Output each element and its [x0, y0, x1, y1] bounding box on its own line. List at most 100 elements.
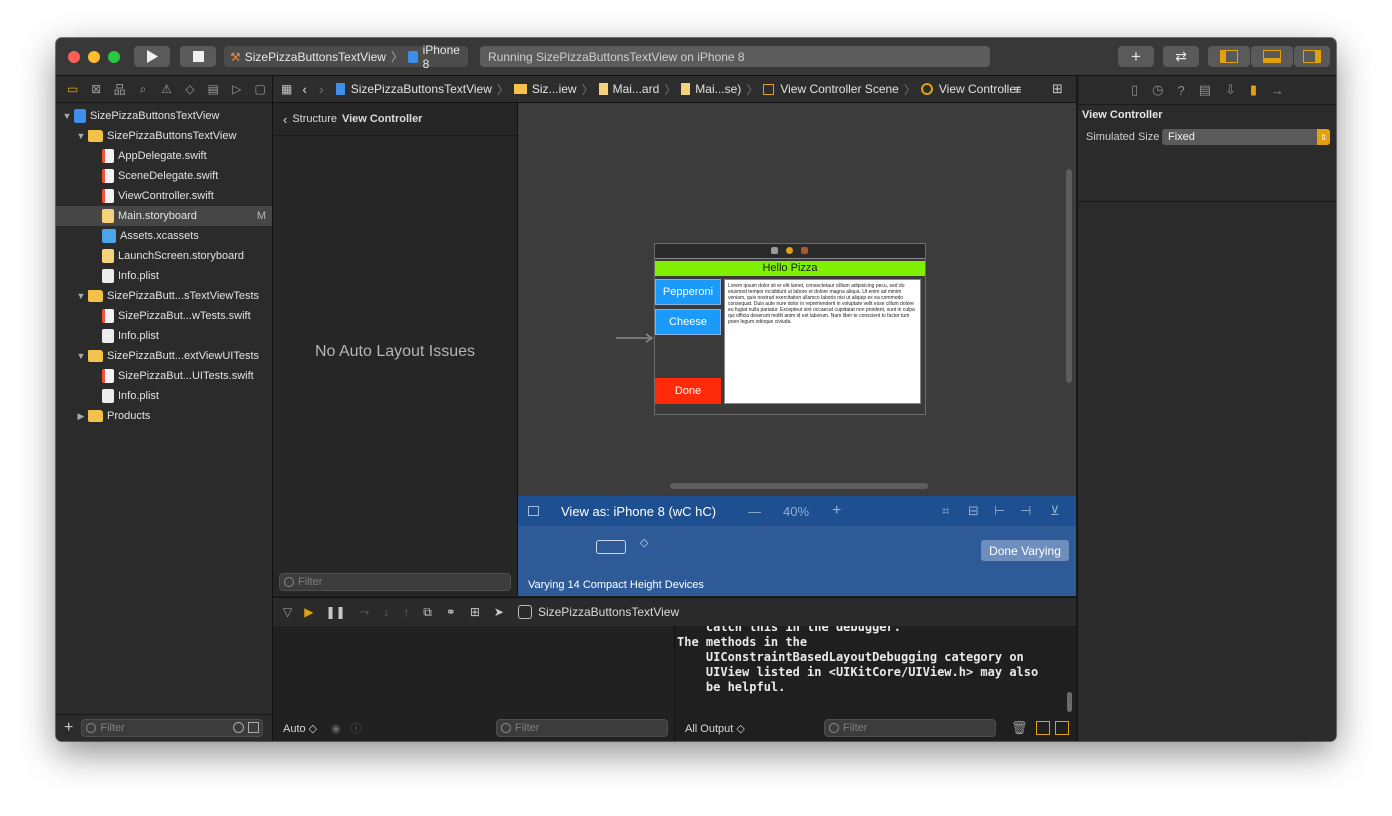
scope-selector[interactable]: Auto ◇ — [283, 722, 317, 735]
file-tree-item[interactable]: SceneDelegate.swift — [56, 166, 272, 186]
disclosure-expanded-icon[interactable]: ▼ — [76, 131, 86, 141]
file-tree-item[interactable]: AppDelegate.swift — [56, 146, 272, 166]
code-review-button[interactable]: ⇄ — [1163, 46, 1199, 67]
resolve-issues-icon[interactable]: ⊣ — [1020, 503, 1031, 519]
step-into-icon[interactable]: ↓ — [383, 605, 389, 619]
vertical-scrollbar[interactable] — [1066, 169, 1072, 383]
add-editor-icon[interactable]: ⊞ — [1052, 81, 1063, 97]
outline-back-label[interactable]: Structure — [292, 113, 337, 125]
sidebar-toggle-icon[interactable] — [528, 506, 539, 516]
zoom-out-button[interactable]: — — [748, 504, 761, 519]
text-view[interactable]: Lorem ipsum dolor sit er elit lamet, con… — [724, 279, 921, 404]
library-button[interactable]: + — [1118, 46, 1154, 67]
orientation-stepper-icon[interactable]: ◇ — [640, 536, 648, 549]
zoom-level[interactable]: 40% — [783, 504, 809, 519]
find-icon[interactable]: ⌕ — [131, 82, 154, 97]
connections-inspector-icon[interactable]: → — [1271, 83, 1284, 98]
console-scrollbar[interactable] — [1067, 692, 1072, 712]
back-icon[interactable]: ‹ — [302, 81, 307, 97]
outline-filter[interactable]: Filter — [279, 573, 511, 591]
device-name[interactable]: iPhone 8 — [423, 43, 468, 71]
view-controller-icon[interactable] — [771, 247, 778, 254]
cheese-button[interactable]: Cheese — [655, 309, 721, 335]
file-tree-item[interactable]: ▼ SizePizzaButt...extViewUITests — [56, 346, 272, 366]
breakpoint-icon[interactable]: ▷ — [225, 82, 248, 96]
environment-overrides-icon[interactable]: ⊞ — [470, 605, 480, 619]
pepperoni-button[interactable]: Pepperoni — [655, 279, 721, 305]
breadcrumb-project[interactable]: SizePizzaButtonsTextView — [351, 82, 492, 96]
back-chevron-icon[interactable]: ‹ — [283, 112, 287, 127]
source-control-icon[interactable]: ⊠ — [84, 82, 107, 96]
add-constraints-icon[interactable]: ⊢ — [994, 503, 1005, 519]
help-inspector-icon[interactable]: ? — [1177, 83, 1184, 98]
view-as-label[interactable]: View as: iPhone 8 (wC hC) — [561, 504, 716, 519]
horizontal-scrollbar[interactable] — [670, 483, 928, 489]
debug-target-name[interactable]: SizePizzaButtonsTextView — [538, 605, 679, 619]
file-inspector-icon[interactable]: ▯ — [1131, 82, 1138, 98]
view-debugger-icon[interactable]: ⧉ — [423, 605, 432, 620]
stop-button[interactable] — [180, 46, 216, 67]
view-controller-scene[interactable]: Hello Pizza Pepperoni Cheese Done Lorem … — [654, 243, 926, 415]
breadcrumb-storyboard[interactable]: Mai...ard — [613, 82, 660, 96]
issue-icon[interactable]: ⚠ — [155, 82, 178, 96]
test-icon[interactable]: ◇ — [178, 82, 201, 96]
toggle-inspector-button[interactable] — [1294, 46, 1330, 67]
pause-icon[interactable]: ❚❚ — [325, 605, 345, 619]
done-button[interactable]: Done — [655, 378, 721, 404]
console-filter[interactable]: Filter — [824, 719, 996, 737]
step-out-icon[interactable]: ↑ — [403, 605, 409, 619]
quick-look-icon[interactable]: ◉ — [331, 722, 341, 735]
storyboard-canvas[interactable]: Hello Pizza Pepperoni Cheese Done Lorem … — [518, 103, 1076, 496]
console-output[interactable]: catch this in the debugger. The methods … — [675, 626, 1076, 741]
simulated-size-dropdown[interactable]: Fixed ⇕ — [1162, 129, 1330, 145]
toggle-navigator-button[interactable] — [1208, 46, 1250, 67]
history-inspector-icon[interactable]: ◷ — [1152, 82, 1163, 98]
report-icon[interactable]: ▢ — [249, 82, 272, 96]
breadcrumb-view-controller[interactable]: View Controller — [939, 82, 1020, 96]
memory-graph-icon[interactable]: ⚭ — [446, 605, 456, 619]
file-tree-item[interactable]: Assets.xcassets — [56, 226, 272, 246]
forward-icon[interactable]: › — [319, 81, 324, 97]
toggle-debug-area-button[interactable] — [1251, 46, 1293, 67]
disclosure-expanded-icon[interactable]: ▼ — [76, 291, 86, 301]
disclosure-expanded-icon[interactable]: ▼ — [62, 111, 72, 121]
zoom-window-button[interactable] — [108, 51, 120, 63]
embed-in-icon[interactable]: ⊻ — [1050, 503, 1060, 519]
add-file-button[interactable]: + — [64, 719, 73, 737]
hello-pizza-label[interactable]: Hello Pizza — [655, 261, 925, 276]
output-selector[interactable]: All Output ◇ — [685, 722, 745, 735]
symbol-icon[interactable]: 品 — [108, 81, 131, 98]
file-tree-item[interactable]: ViewController.swift — [56, 186, 272, 206]
file-tree-item[interactable]: SizePizzaBut...wTests.swift — [56, 306, 272, 326]
debug-icon[interactable]: ▤ — [202, 82, 225, 96]
file-tree-item[interactable]: ▼ SizePizzaButtonsTextView — [56, 106, 272, 126]
breadcrumb-scene[interactable]: View Controller Scene — [780, 82, 899, 96]
disclosure-expanded-icon[interactable]: ▼ — [76, 351, 86, 361]
first-responder-icon[interactable] — [786, 247, 793, 254]
info-icon[interactable]: ⓘ — [351, 720, 362, 736]
update-frames-icon[interactable]: ⌗ — [942, 503, 949, 519]
file-tree-item[interactable]: LaunchScreen.storyboard — [56, 246, 272, 266]
file-tree-item[interactable]: ▼ SizePizzaButtonsTextView — [56, 126, 272, 146]
file-tree-item[interactable]: Main.storyboard M — [56, 206, 272, 226]
exit-icon[interactable] — [801, 247, 808, 254]
landscape-device-icon[interactable] — [596, 540, 626, 554]
file-tree-item[interactable]: Info.plist — [56, 386, 272, 406]
navigator-filter[interactable]: Filter — [81, 719, 264, 737]
recent-files-icon[interactable] — [233, 722, 245, 733]
run-button[interactable] — [134, 46, 170, 67]
show-variables-icon[interactable] — [1036, 721, 1050, 735]
folder-icon[interactable]: ▭ — [61, 82, 84, 96]
minimize-window-button[interactable] — [88, 51, 100, 63]
simulate-location-icon[interactable]: ➤ — [494, 605, 504, 619]
step-over-icon[interactable]: ⤳ — [360, 605, 370, 620]
breadcrumb-folder[interactable]: Siz...iew — [532, 82, 577, 96]
trash-icon[interactable]: 🗑 — [1011, 720, 1028, 736]
show-console-icon[interactable] — [1055, 721, 1069, 735]
file-tree-item[interactable]: ▼ SizePizzaButt...sTextViewTests — [56, 286, 272, 306]
breakpoints-toggle-icon[interactable]: ▶ — [304, 605, 313, 619]
source-control-filter-icon[interactable] — [248, 722, 260, 733]
file-tree-item[interactable]: ▶ Products — [56, 406, 272, 426]
file-tree-item[interactable]: SizePizzaBut...UITests.swift — [56, 366, 272, 386]
hide-debug-area-icon[interactable]: ▽ — [283, 605, 292, 619]
